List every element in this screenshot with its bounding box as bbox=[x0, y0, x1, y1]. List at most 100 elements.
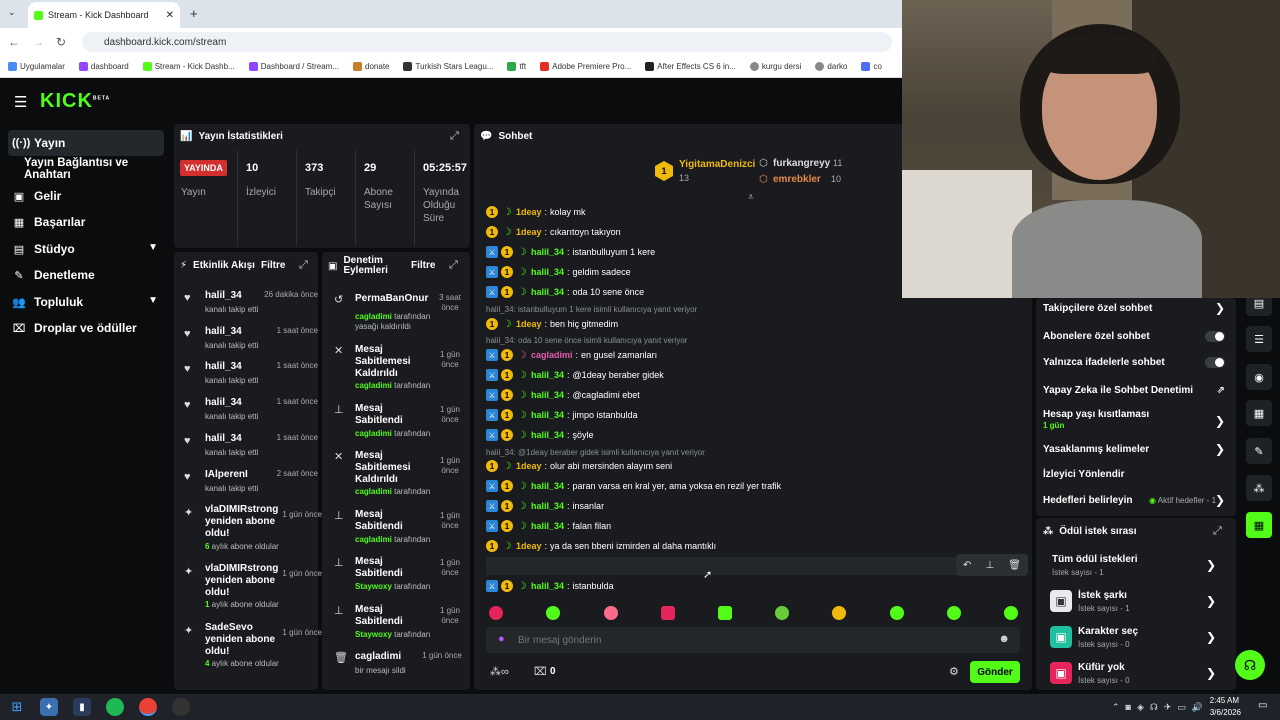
trash-icon[interactable]: 🗑 bbox=[1008, 560, 1021, 571]
channel-points-icon[interactable]: ⁂∞ bbox=[490, 665, 509, 678]
close-tab-icon[interactable]: ✕ bbox=[166, 10, 174, 21]
emote-icon[interactable] bbox=[604, 606, 618, 620]
chat-username[interactable]: halil_34 bbox=[531, 247, 564, 257]
users-icon[interactable]: ⁂ bbox=[1246, 475, 1272, 501]
bookmark-kick[interactable]: Stream - Kick Dashb... bbox=[142, 62, 235, 71]
studio-icon[interactable]: ▦ bbox=[1246, 512, 1272, 538]
chat-username[interactable]: 1deay bbox=[516, 541, 542, 551]
sidebar-item-stream-key[interactable]: Yayın Bağlantısı ve Anahtarı bbox=[8, 156, 164, 182]
setting-ai-moderation[interactable]: Yapay Zeka ile Sohbet Denetimi ⇗ bbox=[1043, 380, 1229, 400]
emoji-icon[interactable]: ☻ bbox=[998, 633, 1010, 645]
chat-message[interactable]: ⚔ 1 ☽ halil_34: @cagladimi ebet bbox=[486, 387, 640, 403]
setting-viewer-redirect[interactable]: İzleyici Yönlendir bbox=[1043, 464, 1229, 484]
emote-icon[interactable] bbox=[890, 606, 904, 620]
browser-tab[interactable]: Stream - Kick Dashboard ✕ bbox=[28, 2, 180, 28]
chat-username[interactable]: 1deay bbox=[516, 461, 542, 471]
setting-account-age[interactable]: Hesap yaşı kısıtlaması ❯ bbox=[1043, 404, 1229, 429]
emote-icon[interactable] bbox=[1004, 606, 1018, 620]
sidebar-item-droplar[interactable]: ⌧ Droplar ve ödüller bbox=[8, 315, 164, 341]
chat-message[interactable]: ⚔ 1 ☽ halil_34: geldim sadece bbox=[486, 264, 631, 280]
sidebar-item-yayin[interactable]: ((·)) Yayın bbox=[8, 130, 164, 156]
emote-icon[interactable] bbox=[661, 606, 675, 620]
bookmark-tsl[interactable]: Turkish Stars Leagu... bbox=[403, 62, 493, 71]
setting-emotes-only[interactable]: Yalnızca ifadelerle sohbet bbox=[1043, 352, 1229, 372]
sidebar-item-studyo[interactable]: ▤ Stüdyo ▼ bbox=[8, 236, 164, 262]
help-headset-icon[interactable]: ☊ bbox=[1235, 650, 1265, 680]
emote-icon[interactable] bbox=[775, 606, 789, 620]
chat-username[interactable]: halil_34 bbox=[531, 410, 564, 420]
bookmark-ae[interactable]: After Effects CS 6 in... bbox=[645, 62, 736, 71]
toggle-switch[interactable] bbox=[1205, 330, 1225, 342]
chat-message[interactable]: 1 ☽ 1deay: olur abi mersinden alayım seni bbox=[486, 458, 672, 474]
bookmark-dashboard[interactable]: dashboard bbox=[78, 62, 129, 71]
expand-icon[interactable]: ⤢ bbox=[450, 130, 459, 143]
chat-message[interactable]: ⚔ 1 ☽ halil_34: insanlar bbox=[486, 498, 604, 514]
sidebar-item-denetleme[interactable]: ✎ Denetleme bbox=[8, 262, 164, 288]
chat-message[interactable]: ⚔ 1 ☽ halil_34: paran varsa en kral yer, ama… bbox=[486, 478, 781, 494]
bookmark-kurgu[interactable]: kurgu dersi bbox=[749, 62, 801, 71]
notification-icon[interactable]: ▭ bbox=[1258, 700, 1267, 711]
chat-username[interactable]: halil_34 bbox=[531, 581, 564, 591]
sidebar-item-topluluk[interactable]: 👥 Topluluk ▼ bbox=[8, 289, 164, 315]
chat-username[interactable]: halil_34 bbox=[531, 501, 564, 511]
reload-icon[interactable]: ↻ bbox=[56, 35, 66, 49]
chat-username[interactable]: halil_34 bbox=[531, 430, 564, 440]
chat-username[interactable]: halil_34 bbox=[531, 287, 564, 297]
chat-icon[interactable]: ☰ bbox=[1246, 326, 1272, 352]
hamburger-menu-icon[interactable]: ☰ bbox=[14, 93, 27, 111]
chat-message[interactable]: ⚔ 1 ☽ halil_34: istanbulluyum 1 kere bbox=[486, 244, 655, 260]
sidebar-item-basarilar[interactable]: ▦ Başarılar bbox=[8, 209, 164, 235]
reward-all-requests[interactable]: Tüm ödül istekleri İstek sayısı - 1 ❯ bbox=[1050, 552, 1222, 584]
chrome-icon[interactable] bbox=[139, 698, 157, 716]
top-gifter-3-name[interactable]: emrebkler bbox=[773, 174, 821, 185]
print-icon[interactable]: ▦ bbox=[1246, 400, 1272, 426]
emote-icon[interactable] bbox=[947, 606, 961, 620]
setting-subscribers-only[interactable]: Abonelere özel sohbet bbox=[1043, 326, 1229, 346]
chat-message[interactable]: 1 ☽ 1deay: ya da sen bbeni izmirden al daha… bbox=[486, 538, 716, 554]
expand-icon[interactable]: ⤢ bbox=[299, 259, 308, 272]
setting-followers-only[interactable]: Takipçilere özel sohbet ❯ bbox=[1043, 298, 1229, 318]
bookmark-darko[interactable]: darko bbox=[815, 62, 847, 71]
tab-list-chevron-icon[interactable]: ⌄ bbox=[8, 7, 16, 18]
chat-message[interactable]: 1 ☽ 1deay: kolay mk bbox=[486, 204, 586, 220]
collapse-gifters-icon[interactable]: ⩡ bbox=[748, 192, 754, 203]
chat-username[interactable]: halil_34 bbox=[531, 267, 564, 277]
chat-message[interactable]: ⚔ 1 ☽ halil_34: jimpo istanbulda bbox=[486, 407, 638, 423]
expand-icon[interactable]: ⤢ bbox=[449, 259, 458, 272]
chat-username[interactable]: halil_34 bbox=[531, 390, 564, 400]
expand-icon[interactable]: ⤢ bbox=[1213, 525, 1222, 538]
kick-logo[interactable]: KICKBETA bbox=[40, 90, 110, 113]
bookmark-premiere[interactable]: Adobe Premiere Pro... bbox=[540, 62, 631, 71]
wrench-icon[interactable]: ✎ bbox=[1246, 438, 1272, 464]
toggle-switch[interactable] bbox=[1205, 356, 1225, 368]
forward-icon[interactable]: → bbox=[32, 35, 44, 49]
chat-message[interactable]: ⚔ 1 ☽ halil_34: falan filan bbox=[486, 518, 611, 534]
chat-username[interactable]: cagladimi bbox=[531, 350, 573, 360]
chat-message[interactable]: 1 ☽ 1deay: cıkarıtoyn takıyon bbox=[486, 224, 621, 240]
bookmark-stream[interactable]: Dashboard / Stream... bbox=[248, 62, 339, 71]
microphone-icon[interactable]: ● bbox=[498, 633, 505, 645]
chat-message[interactable]: ⚔ 1 ☽ halil_34: şöyle bbox=[486, 427, 594, 443]
url-field[interactable]: dashboard.kick.com/stream bbox=[82, 32, 892, 52]
new-tab-icon[interactable]: + bbox=[190, 6, 198, 21]
broadcast-icon[interactable]: ◉ bbox=[1246, 364, 1272, 390]
obs-icon[interactable] bbox=[172, 698, 190, 716]
reward-song-request[interactable]: ▣ İstek şarkı İstek sayısı - 1 ❯ bbox=[1050, 588, 1222, 620]
chat-settings-gear-icon[interactable]: ⚙ bbox=[949, 665, 959, 678]
bookmark-donate[interactable]: donate bbox=[353, 62, 389, 71]
pin-icon[interactable]: ⊥ bbox=[985, 560, 994, 571]
chat-message[interactable]: ⚔ 1 ☽ halil_34: istanbulda bbox=[486, 578, 614, 594]
app-icon[interactable]: ✦ bbox=[40, 698, 58, 716]
spotify-icon[interactable] bbox=[106, 698, 124, 716]
emote-icon[interactable] bbox=[718, 606, 732, 620]
chat-username[interactable]: 1deay bbox=[516, 227, 542, 237]
emote-icon[interactable] bbox=[489, 606, 503, 620]
chat-input[interactable] bbox=[518, 630, 988, 650]
windows-start-icon[interactable]: ⊞ bbox=[8, 698, 26, 716]
reward-character-select[interactable]: ▣ Karakter seç İstek sayısı - 0 ❯ bbox=[1050, 624, 1222, 656]
chat-message[interactable]: ⚔ 1 ☽ cagladimi: en gusel zamanları bbox=[486, 347, 657, 363]
system-tray-icons[interactable]: ⌃◙◈☊✈▭🔊 bbox=[1112, 702, 1209, 713]
back-icon[interactable]: ← bbox=[8, 35, 20, 49]
reward-no-swearing[interactable]: ▣ Küfür yok İstek sayısı - 0 ❯ bbox=[1050, 660, 1222, 692]
top-gifter-2-name[interactable]: furkangreyy bbox=[773, 158, 830, 169]
